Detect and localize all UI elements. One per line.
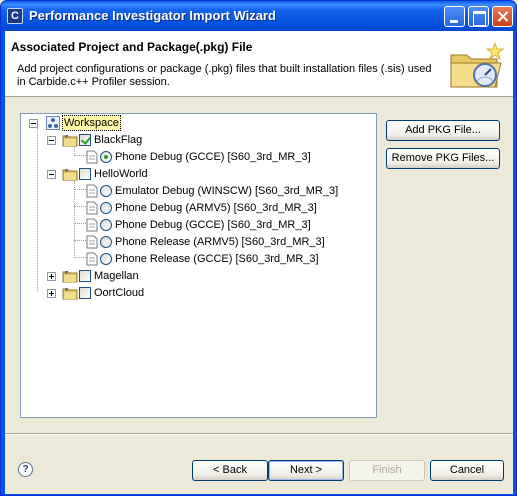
minimize-button[interactable] <box>444 6 465 27</box>
config-radio[interactable] <box>100 253 112 265</box>
svg-text:c: c <box>65 270 68 276</box>
tree-node-config[interactable]: Phone Release (GCCE) [S60_3rd_MR_3] <box>21 251 371 267</box>
tree-node-magellan[interactable]: c Magellan <box>21 268 371 284</box>
tree-node-config[interactable]: Emulator Debug (WINSCW) [S60_3rd_MR_3] <box>21 183 371 199</box>
wizard-client-area: Associated Project and Package(.pkg) Fil… <box>5 31 513 494</box>
collapse-toggle[interactable] <box>47 136 56 145</box>
config-radio[interactable] <box>100 236 112 248</box>
project-tree[interactable]: Workspace c BlackFlag Phone Debug (GCCE)… <box>20 113 377 418</box>
tree-label: HelloWorld <box>94 168 148 180</box>
expand-toggle[interactable] <box>47 289 56 298</box>
config-radio[interactable] <box>100 219 112 231</box>
tree-label: Magellan <box>94 270 139 282</box>
tree-label: Phone Debug (ARMV5) [S60_3rd_MR_3] <box>115 202 317 214</box>
page-title: Associated Project and Package(.pkg) Fil… <box>11 40 253 54</box>
build-config-icon <box>86 184 98 198</box>
carbide-app-icon: C <box>7 8 23 24</box>
project-checkbox[interactable] <box>79 287 91 299</box>
build-config-icon <box>86 235 98 249</box>
project-checkbox[interactable] <box>79 270 91 282</box>
config-radio[interactable] <box>100 202 112 214</box>
tree-label: Workspace <box>62 115 121 131</box>
footer-separator <box>5 433 513 435</box>
title-bar[interactable]: C Performance Investigator Import Wizard <box>1 1 516 31</box>
config-radio[interactable] <box>100 185 112 197</box>
build-config-icon <box>86 150 98 164</box>
svg-text:c: c <box>65 134 68 140</box>
svg-text:c: c <box>65 168 68 174</box>
tree-label: Phone Release (ARMV5) [S60_3rd_MR_3] <box>115 236 325 248</box>
build-config-icon <box>86 252 98 266</box>
window-title: Performance Investigator Import Wizard <box>29 8 276 23</box>
help-icon[interactable]: ? <box>18 462 33 477</box>
tree-label: BlackFlag <box>94 134 143 146</box>
tree-node-config[interactable]: Phone Release (ARMV5) [S60_3rd_MR_3] <box>21 234 371 250</box>
tree-label: OortCloud <box>94 287 145 299</box>
tree-label: Phone Release (GCCE) [S60_3rd_MR_3] <box>115 253 319 265</box>
wizard-window: C Performance Investigator Import Wizard… <box>0 0 517 496</box>
project-folder-icon: c <box>62 134 78 147</box>
tree-label: Phone Debug (GCCE) [S60_3rd_MR_3] <box>115 151 311 163</box>
collapse-toggle[interactable] <box>47 170 56 179</box>
close-button[interactable] <box>492 6 513 27</box>
tree-label: Emulator Debug (WINSCW) [S60_3rd_MR_3] <box>115 185 339 197</box>
tree-node-workspace[interactable]: Workspace <box>21 115 371 131</box>
expand-toggle[interactable] <box>47 272 56 281</box>
tree-label: Phone Debug (GCCE) [S60_3rd_MR_3] <box>115 219 311 231</box>
project-folder-icon: c <box>62 287 78 300</box>
build-config-icon <box>86 201 98 215</box>
project-checkbox[interactable] <box>79 134 91 146</box>
config-radio[interactable] <box>100 151 112 163</box>
workspace-icon <box>46 116 60 130</box>
wizard-header: Associated Project and Package(.pkg) Fil… <box>5 31 513 97</box>
cancel-button[interactable]: Cancel <box>430 460 504 481</box>
project-checkbox[interactable] <box>79 168 91 180</box>
page-description: Add project configurations or package (.… <box>17 63 432 88</box>
tree-node-oortcloud[interactable]: c OortCloud <box>21 285 371 301</box>
tree-node-helloworld[interactable]: c HelloWorld <box>21 166 371 182</box>
svg-text:c: c <box>65 287 68 293</box>
tree-node-config[interactable]: Phone Debug (GCCE) [S60_3rd_MR_3] <box>21 149 371 165</box>
next-button[interactable]: Next > <box>268 460 344 481</box>
tree-node-config[interactable]: Phone Debug (GCCE) [S60_3rd_MR_3] <box>21 217 371 233</box>
project-folder-icon: c <box>62 168 78 181</box>
add-pkg-file-button[interactable]: Add PKG File... <box>386 120 500 141</box>
tree-node-blackflag[interactable]: c BlackFlag <box>21 132 371 148</box>
build-config-icon <box>86 218 98 232</box>
maximize-button[interactable] <box>468 6 489 27</box>
collapse-toggle[interactable] <box>29 119 38 128</box>
remove-pkg-files-button[interactable]: Remove PKG Files... <box>386 148 500 169</box>
back-button[interactable]: < Back <box>192 460 268 481</box>
tree-node-config[interactable]: Phone Debug (ARMV5) [S60_3rd_MR_3] <box>21 200 371 216</box>
finish-button: Finish <box>349 460 425 481</box>
project-folder-icon: c <box>62 270 78 283</box>
wizard-banner-icon <box>450 41 505 88</box>
